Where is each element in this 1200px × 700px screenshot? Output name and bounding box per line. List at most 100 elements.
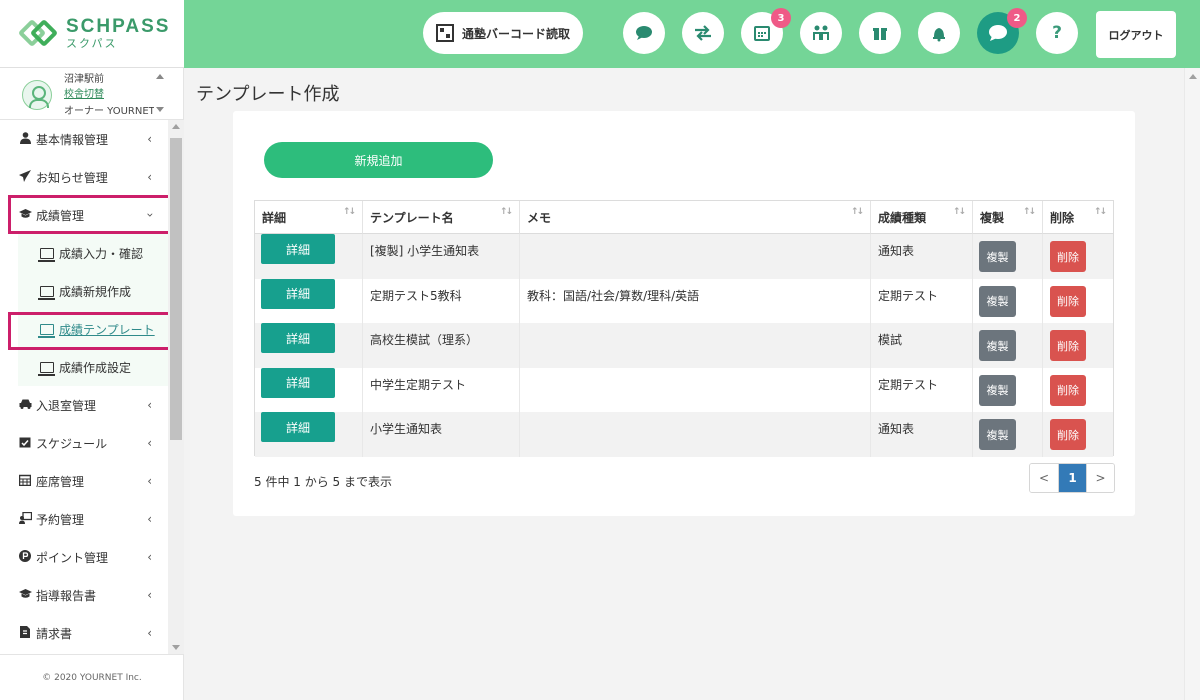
sidebar-scrollbar[interactable] <box>168 120 184 654</box>
sidebar-item-label: 座席管理 <box>36 474 85 489</box>
calendar-icon[interactable]: 3 <box>741 8 791 54</box>
delete-button[interactable]: 削除 <box>1050 419 1086 450</box>
memo-cell <box>520 367 871 412</box>
sort-icon: ↑↓ <box>952 207 966 217</box>
memo-cell <box>520 412 871 457</box>
column-header-memo[interactable]: メモ ↑↓ <box>520 201 871 234</box>
sort-icon: ↑↓ <box>342 207 356 217</box>
page-title: テンプレート作成 <box>196 84 340 105</box>
column-header-detail[interactable]: 詳細 ↑↓ <box>255 201 363 234</box>
user-box-scrollbar[interactable] <box>153 70 167 116</box>
table-row: 詳細 小学生通知表 通知表 複製 削除 <box>255 412 1113 457</box>
sidebar-sub-item-grade-new[interactable]: 成績新規作成 <box>18 272 168 310</box>
sidebar-item-label: 入退室管理 <box>36 398 97 413</box>
template-name-cell: 定期テスト5教科 <box>363 278 520 323</box>
message-icon[interactable] <box>623 12 665 54</box>
grid-calendar-icon <box>18 474 32 489</box>
memo-cell <box>520 323 871 368</box>
sidebar-sub-item-grade-settings[interactable]: 成績作成設定 <box>18 348 168 386</box>
detail-button[interactable]: 詳細 <box>261 367 335 398</box>
sidebar-sub-item-label: 成績作成設定 <box>59 360 132 375</box>
logout-button[interactable]: ログアウト <box>1096 11 1176 58</box>
chevron-left-icon: ‹ <box>147 474 152 488</box>
user-board-icon <box>18 511 32 527</box>
chevron-left-icon: ‹ <box>147 398 152 412</box>
table-row: 詳細 定期テスト5教科 教科：国語/社会/算数/理科/英語 定期テスト 複製 削… <box>255 278 1113 323</box>
sidebar-item-points[interactable]: ポイント管理 ‹ <box>0 538 168 576</box>
barcode-read-button[interactable]: 通塾バーコード読取 <box>423 12 583 54</box>
sidebar-item-invoice[interactable]: 請求書 ‹ <box>0 614 168 652</box>
template-table: 詳細 ↑↓ テンプレート名 ↑↓ メモ ↑↓ 成績種類 ↑↓ 複製 ↑↓ 削除 ↑↓ 詳細 … <box>254 200 1114 457</box>
sidebar-scrollbar-thumb[interactable] <box>170 138 182 440</box>
help-icon[interactable]: ? <box>1036 12 1078 54</box>
chat-icon[interactable]: 2 <box>977 8 1027 54</box>
delete-button[interactable]: 削除 <box>1050 285 1086 317</box>
copy-button[interactable]: 複製 <box>979 285 1016 317</box>
sidebar-item-schedule[interactable]: スケジュール ‹ <box>0 424 168 462</box>
column-header-delete[interactable]: 削除 ↑↓ <box>1043 201 1113 234</box>
main-scrollbar[interactable] <box>1184 68 1200 700</box>
sort-icon: ↑↓ <box>499 207 513 217</box>
delete-button[interactable]: 削除 <box>1050 241 1086 272</box>
sidebar-item-seats[interactable]: 座席管理 ‹ <box>0 462 168 500</box>
gift-icon[interactable] <box>859 12 901 54</box>
memo-cell <box>520 234 871 279</box>
copy-button[interactable]: 複製 <box>979 330 1016 361</box>
logo-mark-icon <box>17 18 59 49</box>
add-new-button[interactable]: 新規追加 <box>264 142 493 178</box>
detail-button[interactable]: 詳細 <box>261 278 335 309</box>
copy-button[interactable]: 複製 <box>979 374 1016 406</box>
sort-icon: ↑↓ <box>850 207 864 217</box>
detail-button[interactable]: 詳細 <box>261 234 335 264</box>
sort-icon: ↑↓ <box>1093 207 1107 217</box>
grade-type-cell: 模試 <box>871 323 973 368</box>
detail-button[interactable]: 詳細 <box>261 323 335 353</box>
pagination-page-1[interactable]: 1 <box>1058 464 1086 492</box>
school-switch-link[interactable]: 校舎切替 <box>64 85 104 100</box>
chevron-left-icon: ‹ <box>147 132 152 146</box>
user-owner: オーナー YOURNET <box>64 106 154 117</box>
sidebar-item-label: 基本情報管理 <box>36 132 109 147</box>
sidebar-item-label: ポイント管理 <box>36 550 109 565</box>
user-school: 沼津駅前 <box>64 74 104 85</box>
delete-button[interactable]: 削除 <box>1050 374 1086 406</box>
pagination-next[interactable]: > <box>1086 464 1114 492</box>
exchange-icon[interactable] <box>682 12 724 54</box>
sidebar-sub-item-label: 成績新規作成 <box>59 284 132 299</box>
sidebar-item-label: 請求書 <box>36 626 73 641</box>
detail-button[interactable]: 詳細 <box>261 412 335 442</box>
column-header-copy[interactable]: 複製 ↑↓ <box>973 201 1043 234</box>
grade-type-cell: 通知表 <box>871 412 973 457</box>
sidebar-item-label: スケジュール <box>36 436 108 451</box>
highlight-box-grade-template <box>8 312 168 350</box>
template-name-cell: 中学生定期テスト <box>363 367 520 412</box>
table-row: 詳細 [複製] 小学生通知表 通知表 複製 削除 <box>255 234 1113 279</box>
sidebar-sub-item-grade-input[interactable]: 成績入力・確認 <box>18 234 168 272</box>
sidebar-item-entry-exit[interactable]: 入退室管理 ‹ <box>0 386 168 424</box>
pagination-prev[interactable]: < <box>1030 464 1058 492</box>
copy-button[interactable]: 複製 <box>979 241 1016 272</box>
chat-badge: 2 <box>1007 8 1027 28</box>
sidebar-item-reservation[interactable]: 予約管理 ‹ <box>0 500 168 538</box>
graduation-cap-icon <box>18 588 32 602</box>
logo[interactable]: SCHPASS スクパス <box>0 0 184 68</box>
copyright: © 2020 YOURNET Inc. <box>0 654 184 700</box>
copy-button[interactable]: 複製 <box>979 419 1016 450</box>
barcode-read-label: 通塾バーコード読取 <box>461 26 570 41</box>
chevron-left-icon: ‹ <box>147 550 152 564</box>
column-header-template-name[interactable]: テンプレート名 ↑↓ <box>363 201 520 234</box>
delete-button[interactable]: 削除 <box>1050 330 1086 361</box>
users-icon[interactable] <box>800 12 842 54</box>
calendar-check-icon <box>18 436 32 451</box>
table-info: 5 件中 1 から 5 まで表示 <box>254 475 392 489</box>
column-header-grade-type[interactable]: 成績種類 ↑↓ <box>871 201 973 234</box>
template-name-cell: 小学生通知表 <box>363 412 520 457</box>
sidebar-item-basic-info[interactable]: 基本情報管理 ‹ <box>0 120 168 158</box>
sidebar: 沼津駅前 校舎切替 オーナー YOURNET 基本情報管理 ‹ お知らせ管理 ‹… <box>0 68 184 700</box>
sidebar-item-guidance-report[interactable]: 指導報告書 ‹ <box>0 576 168 614</box>
sidebar-item-label: 予約管理 <box>36 512 85 527</box>
sidebar-item-notice[interactable]: お知らせ管理 ‹ <box>0 158 168 196</box>
chevron-left-icon: ‹ <box>147 170 152 184</box>
laptop-icon <box>38 247 55 262</box>
bell-icon[interactable] <box>918 12 960 54</box>
